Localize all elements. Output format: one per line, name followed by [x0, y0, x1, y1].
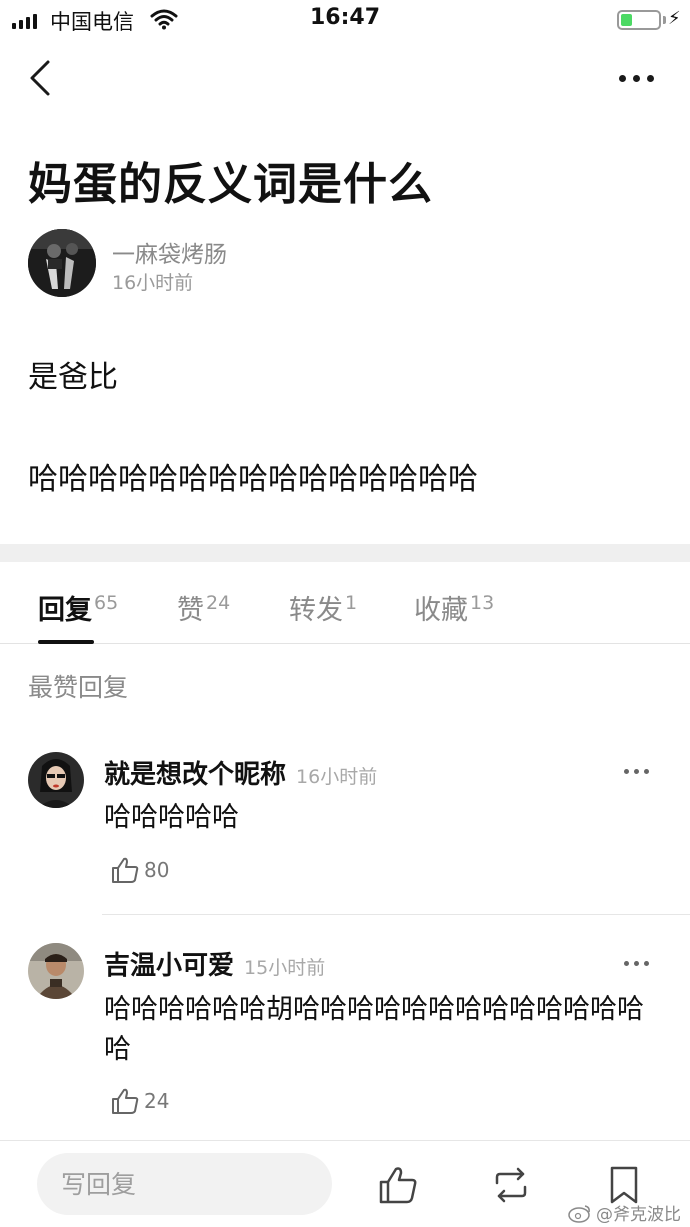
comment-more-button[interactable]: [616, 761, 656, 781]
tab-count: 65: [94, 592, 119, 614]
thumbs-up-icon: [112, 1088, 139, 1114]
tab-bar: 回复 65 赞 24 转发 1 收藏 13: [0, 562, 690, 644]
thumbs-up-icon: [379, 1167, 417, 1204]
comment-time: 16小时前: [296, 766, 378, 788]
more-options-button[interactable]: [610, 60, 662, 96]
more-horizontal-icon-dot: [618, 74, 626, 82]
comment-avatar-image: [28, 752, 84, 808]
battery-level: [621, 14, 632, 26]
section-divider: [0, 544, 690, 562]
comment-like-button[interactable]: 24: [110, 1087, 169, 1115]
reply-input[interactable]: [37, 1153, 332, 1215]
more-horizontal-icon-dot: [646, 74, 654, 82]
tab-likes[interactable]: 赞 24: [177, 588, 230, 627]
repost-button[interactable]: [489, 1163, 533, 1207]
comment-author-name: 吉温小可爱: [104, 951, 235, 981]
more-horizontal-icon-dot: [643, 960, 649, 966]
more-horizontal-icon-dot: [632, 74, 640, 82]
battery-icon: [617, 10, 661, 30]
comment-like-count: 80: [144, 858, 170, 882]
post-time: 16小时前: [112, 272, 194, 294]
tab-count: 1: [345, 592, 358, 614]
repost-icon: [495, 1167, 527, 1203]
author-avatar[interactable]: [28, 229, 96, 297]
comment-author[interactable]: 吉温小可爱 15小时前: [104, 945, 325, 982]
tab-label: 赞: [177, 595, 204, 626]
author-name[interactable]: 一麻袋烤肠: [112, 235, 227, 269]
comment-time: 15小时前: [244, 957, 326, 979]
like-button[interactable]: [376, 1163, 420, 1207]
section-title: 最赞回复: [28, 673, 129, 702]
comment-separator: [102, 914, 690, 915]
active-tab-indicator: [38, 640, 94, 644]
tab-replies[interactable]: 回复 65: [38, 588, 118, 627]
more-horizontal-icon-dot: [633, 768, 639, 774]
more-horizontal-icon-dot: [643, 768, 649, 774]
author-avatar-image: [28, 229, 96, 297]
post-body-paragraph: 哈哈哈哈哈哈哈哈哈哈哈哈哈哈哈: [28, 462, 478, 497]
thumbs-up-icon: [112, 857, 139, 883]
tab-label: 回复: [38, 595, 92, 626]
more-horizontal-icon-dot: [623, 768, 629, 774]
battery-tip: [663, 16, 666, 24]
more-horizontal-icon-dot: [633, 960, 639, 966]
more-horizontal-icon-dot: [623, 960, 629, 966]
back-button[interactable]: [22, 56, 62, 100]
comment-text: 哈哈哈哈哈: [104, 802, 239, 833]
tab-favorites[interactable]: 收藏 13: [414, 588, 494, 627]
watermark-text: @斧克波比: [596, 1205, 681, 1225]
comment-avatar-image: [28, 943, 84, 999]
tab-count: 24: [206, 592, 231, 614]
tab-reposts[interactable]: 转发 1: [289, 588, 357, 627]
comment-like-count: 24: [144, 1089, 170, 1113]
comment-like-button[interactable]: 80: [110, 856, 169, 884]
tab-count: 13: [470, 592, 495, 614]
tab-label: 转发: [289, 595, 343, 626]
post-title: 妈蛋的反义词是什么: [28, 159, 433, 210]
comment-author[interactable]: 就是想改个昵称 16小时前: [104, 754, 377, 791]
tab-label: 收藏: [414, 595, 468, 626]
weibo-logo-icon: [568, 1204, 590, 1223]
comment-author-name: 就是想改个昵称: [104, 760, 287, 790]
watermark: @斧克波比: [568, 1200, 681, 1225]
post-body-paragraph: 是爸比: [28, 360, 118, 395]
comment-more-button[interactable]: [616, 953, 656, 973]
chevron-left-icon: [30, 60, 50, 96]
charging-bolt-icon: ⚡: [668, 8, 681, 29]
comment-text: 哈哈哈哈哈哈胡哈哈哈哈哈哈哈哈哈哈哈哈哈哈: [104, 994, 644, 1065]
clock: 16:47: [309, 5, 381, 30]
comment-avatar[interactable]: [28, 752, 84, 808]
status-bar: 中国电信 16:47 ⚡: [0, 0, 690, 40]
comment-avatar[interactable]: [28, 943, 84, 999]
